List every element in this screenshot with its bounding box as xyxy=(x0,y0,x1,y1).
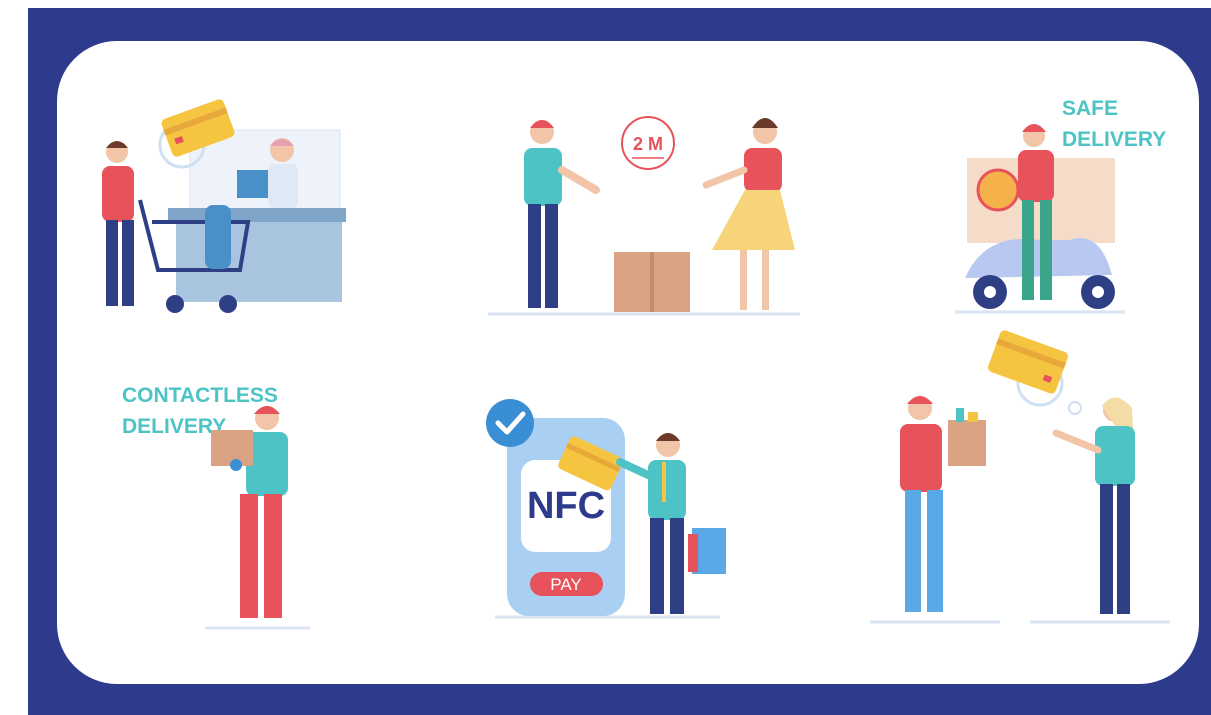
woman-leg xyxy=(762,250,769,310)
illustration-canvas: 2 M SAFE DELIVERY CONTACTLESS DELIVERY N… xyxy=(102,97,1170,630)
cart-wheel xyxy=(166,295,184,313)
wheel-hub xyxy=(1092,286,1104,298)
bubble-dot xyxy=(1068,401,1082,415)
courier-leg xyxy=(545,204,558,308)
scene-contactless-delivery: CONTACTLESS DELIVERY xyxy=(122,384,310,630)
woman-arm xyxy=(702,166,748,189)
glove xyxy=(230,459,242,471)
customer-leg xyxy=(670,518,684,614)
customer-hair xyxy=(656,433,680,441)
courier-leg xyxy=(905,490,921,612)
woman-leg xyxy=(1117,484,1130,614)
rider-cap xyxy=(1022,124,1046,132)
counter-body xyxy=(176,222,342,302)
courier-cap xyxy=(254,406,280,414)
credit-card-icon xyxy=(988,330,1068,394)
grocery-item xyxy=(968,412,978,422)
customer-shirt xyxy=(648,460,686,520)
shopper-leg-left xyxy=(106,220,118,306)
nfc-label: NFC xyxy=(527,485,605,527)
rider-shirt xyxy=(1018,150,1054,202)
grocery-box xyxy=(948,420,986,466)
grocery-item xyxy=(956,408,964,422)
courier-shirt xyxy=(524,148,562,206)
pay-label: PAY xyxy=(550,575,582,594)
contactless-line2: DELIVERY xyxy=(122,415,226,438)
customer-leg xyxy=(650,518,664,614)
water-bottle xyxy=(205,205,231,269)
scene-doorstep-delivery xyxy=(870,330,1170,624)
woman-skirt xyxy=(712,190,795,250)
shopper-shirt xyxy=(102,166,134,222)
check-icon xyxy=(486,399,534,447)
shopper-hair xyxy=(106,141,128,148)
rider-leg xyxy=(1022,200,1034,300)
wheel-hub xyxy=(984,286,996,298)
scene-checkout-counter xyxy=(102,99,346,313)
woman-hair xyxy=(752,118,778,128)
contactless-line1: CONTACTLESS xyxy=(122,384,278,407)
cashier-body xyxy=(268,164,298,208)
shopper-leg-right xyxy=(122,220,134,306)
woman-leg xyxy=(1100,484,1113,614)
customer-tie xyxy=(662,462,666,502)
courier-leg xyxy=(264,494,282,618)
safe-delivery-line1: SAFE xyxy=(1062,97,1118,120)
woman-arm xyxy=(1052,429,1102,454)
counter-top xyxy=(168,208,346,222)
shopping-bag xyxy=(688,534,698,572)
woman-jacket xyxy=(1095,426,1135,486)
pizza-icon xyxy=(976,168,1020,212)
cart-wheel xyxy=(219,295,237,313)
scene-social-distance: 2 M xyxy=(488,116,800,316)
courier-arm xyxy=(558,166,600,194)
courier-leg xyxy=(927,490,943,612)
courier-cap xyxy=(530,120,554,128)
courier-shirt xyxy=(900,424,942,492)
rider-leg xyxy=(1040,200,1052,300)
scene-nfc-payment: NFC PAY xyxy=(486,399,726,619)
scene-safe-delivery: SAFE DELIVERY xyxy=(955,97,1166,314)
distance-label: 2 M xyxy=(633,134,663,154)
scooter-body xyxy=(965,238,1112,278)
safe-delivery-line2: DELIVERY xyxy=(1062,128,1166,151)
woman-top xyxy=(744,148,782,192)
courier-cap xyxy=(907,396,933,404)
courier-leg xyxy=(528,204,541,308)
woman-leg xyxy=(740,250,747,310)
courier-leg xyxy=(240,494,258,618)
